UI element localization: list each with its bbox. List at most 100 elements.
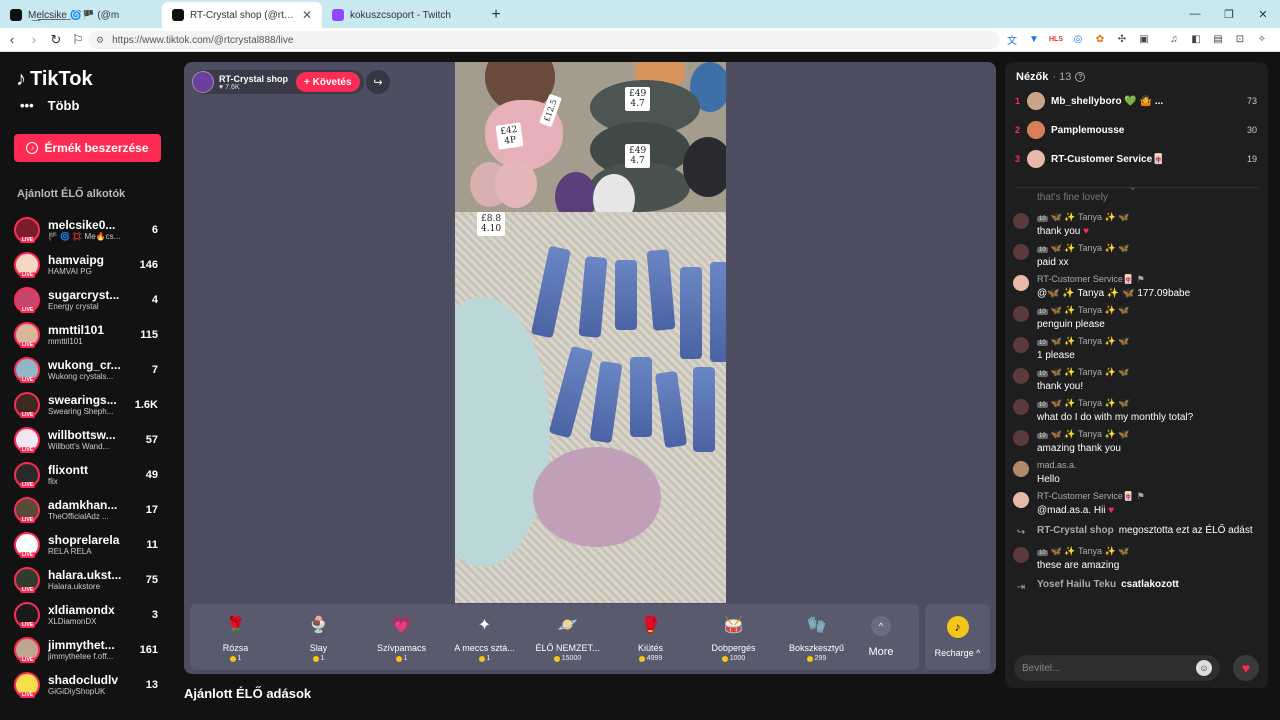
screenshot-icon[interactable]: ⊡: [1232, 31, 1248, 47]
message-user[interactable]: 10 🦋 ✨ Tanya ✨ 🦋: [1037, 429, 1129, 441]
top-viewer-row[interactable]: 2 Pamplemousse 30: [1015, 120, 1257, 140]
gift-item[interactable]: 💗 Szívpamacs 1: [360, 612, 443, 662]
gift-item[interactable]: 🍨 Slay 1: [277, 612, 360, 662]
creator-avatar[interactable]: LIVE: [14, 461, 40, 488]
message-user[interactable]: RT-Customer Service🀄 ⚑: [1037, 274, 1190, 286]
creator-avatar[interactable]: LIVE: [14, 286, 40, 313]
streamer-name[interactable]: RT-Crystal shop: [219, 74, 288, 84]
close-window-button[interactable]: ✕: [1246, 0, 1280, 28]
emoji-icon[interactable]: ☺: [1196, 660, 1212, 676]
gift-item[interactable]: 🧤 Bokszkesztyű 299: [775, 612, 858, 662]
bookmark-icon[interactable]: ⚐: [68, 30, 88, 50]
creator-item[interactable]: LIVE willbottsw... Willbott's Wand... 57: [14, 422, 164, 457]
creator-item[interactable]: LIVE shoprelarela RELA RELA 11: [14, 527, 164, 562]
gift-item[interactable]: 🥁 Dobpergés 1000: [692, 612, 775, 662]
creator-avatar[interactable]: LIVE: [14, 636, 40, 663]
creator-avatar[interactable]: LIVE: [14, 391, 40, 418]
get-coins-button[interactable]: ♪ Érmék beszerzése: [14, 134, 161, 162]
creator-item[interactable]: LIVE jimmythet... jimmythetee f.off... 161: [14, 632, 164, 667]
creator-item[interactable]: LIVE flixontt flix 49: [14, 457, 164, 492]
live-video[interactable]: £42 4P £49 4.7 £49 4.7 £12.5 £8.8 4.10: [455, 62, 726, 603]
creator-avatar[interactable]: LIVE: [14, 566, 40, 593]
streamer-avatar[interactable]: [192, 71, 214, 93]
creator-avatar[interactable]: LIVE: [14, 496, 40, 523]
maximize-button[interactable]: ❐: [1212, 0, 1246, 28]
gift-item[interactable]: 🥊 Kiütés 4999: [609, 612, 692, 662]
gift-item[interactable]: 🪐 ÉLŐ NEMZET... 15000: [526, 612, 609, 662]
message-user[interactable]: 10 🦋 ✨ Tanya ✨ 🦋: [1037, 367, 1129, 379]
creator-avatar[interactable]: LIVE: [14, 356, 40, 383]
creator-avatar[interactable]: LIVE: [14, 671, 40, 698]
message-user[interactable]: 10 🦋 ✨ Tanya ✨ 🦋: [1037, 212, 1129, 224]
creator-avatar[interactable]: LIVE: [14, 601, 40, 628]
minimize-button[interactable]: —: [1178, 0, 1212, 28]
follow-button[interactable]: + Követés: [296, 72, 360, 92]
more-menu-item[interactable]: ••• Több: [20, 98, 79, 113]
user-avatar[interactable]: [1013, 275, 1029, 291]
heart-icon[interactable]: ♥: [1233, 655, 1259, 681]
share-icon[interactable]: ↪: [366, 70, 390, 94]
user-avatar[interactable]: [1013, 461, 1029, 477]
user-avatar[interactable]: [1013, 492, 1029, 508]
user-avatar[interactable]: [1013, 399, 1029, 415]
site-settings-icon[interactable]: ⚙: [96, 35, 104, 46]
translate-icon[interactable]: 文: [1004, 31, 1020, 47]
tab-close-icon[interactable]: ✕: [302, 8, 312, 22]
message-user[interactable]: 10 🦋 ✨ Tanya ✨ 🦋: [1037, 398, 1193, 410]
creator-item[interactable]: LIVE xldiamondx XLDiamonDX 3: [14, 597, 164, 632]
chat-input[interactable]: [1022, 662, 1192, 674]
creator-avatar[interactable]: LIVE: [14, 531, 40, 558]
tiktok-logo[interactable]: ♪ TikTok: [16, 68, 93, 91]
forward-icon[interactable]: ›: [24, 30, 44, 50]
gift-item[interactable]: ✦ A meccs sztá... 1: [443, 612, 526, 662]
wallet-icon[interactable]: ▤: [1210, 31, 1226, 47]
extension-icon[interactable]: ✿: [1092, 31, 1108, 47]
user-avatar[interactable]: [1013, 368, 1029, 384]
reload-icon[interactable]: ↻: [46, 30, 66, 50]
extension-icon[interactable]: ▼: [1026, 31, 1042, 47]
music-icon[interactable]: ♫: [1166, 31, 1182, 47]
user-avatar[interactable]: [1013, 306, 1029, 322]
message-user[interactable]: 10 🦋 ✨ Tanya ✨ 🦋: [1037, 336, 1129, 348]
user-avatar[interactable]: [1013, 547, 1029, 563]
sidebar-icon[interactable]: ◧: [1188, 31, 1204, 47]
extension-icon[interactable]: ▣: [1136, 31, 1152, 47]
user-avatar[interactable]: [1013, 337, 1029, 353]
creator-avatar[interactable]: LIVE: [14, 426, 40, 453]
sparkle-icon[interactable]: ✧: [1254, 31, 1270, 47]
browser-tab-2[interactable]: RT-Crystal shop (@rtcrystal88 ✕: [162, 2, 322, 28]
creator-item[interactable]: LIVE shadocludlv GiGiDiyShopUK 13: [14, 667, 164, 702]
creator-avatar[interactable]: LIVE: [14, 216, 40, 243]
help-icon[interactable]: ?: [1075, 72, 1086, 82]
creator-item[interactable]: LIVE halara.ukst... Halara.ukstore 75: [14, 562, 164, 597]
event-user[interactable]: RT-Crystal shop: [1037, 525, 1114, 536]
recharge-button[interactable]: ♪ Recharge ^: [925, 604, 990, 670]
new-tab-button[interactable]: +: [482, 2, 510, 28]
top-viewer-row[interactable]: 3 RT-Customer Service🀄 19: [1015, 149, 1257, 169]
user-avatar[interactable]: [1013, 213, 1029, 229]
top-viewer-row[interactable]: 1 Mb_shellyboro 💚 🤷 ... 73: [1015, 91, 1257, 111]
viewer-avatar[interactable]: [1027, 150, 1045, 168]
back-icon[interactable]: ‹: [2, 30, 22, 50]
creator-item[interactable]: LIVE melcsike0... 🏴 🌀 💢 Me🔥cs... 6: [14, 212, 164, 247]
creator-item[interactable]: LIVE hamvaipg HAMVAI PG 146: [14, 247, 164, 282]
user-avatar[interactable]: [1013, 430, 1029, 446]
more-gifts-button[interactable]: ^ More: [858, 616, 904, 658]
creator-item[interactable]: LIVE swearings... Swearing Sheph... 1.6K: [14, 387, 164, 422]
message-user[interactable]: RT-Customer Service🀄 ⚑: [1037, 491, 1145, 503]
message-user[interactable]: 10 🦋 ✨ Tanya ✨ 🦋: [1037, 243, 1129, 255]
message-user[interactable]: 10 🦋 ✨ Tanya ✨ 🦋: [1037, 305, 1129, 317]
browser-tab-3[interactable]: kokuszcsoport - Twitch: [322, 2, 482, 28]
viewer-avatar[interactable]: [1027, 92, 1045, 110]
shield-icon[interactable]: ⛨: [1276, 31, 1280, 47]
extension-icon[interactable]: ◎: [1070, 31, 1086, 47]
event-user[interactable]: Yosef Hailu Teku: [1037, 579, 1116, 590]
creator-avatar[interactable]: LIVE: [14, 251, 40, 278]
streamer-card[interactable]: RT-Crystal shop ♥ 7.6K + Követés: [192, 70, 364, 94]
message-user[interactable]: 10 🦋 ✨ Tanya ✨ 🦋: [1037, 546, 1129, 558]
address-bar[interactable]: ⚙ https://www.tiktok.com/@rtcrystal888/l…: [88, 31, 1000, 49]
user-avatar[interactable]: [1013, 244, 1029, 260]
message-user[interactable]: mad.as.a.: [1037, 460, 1077, 472]
creator-item[interactable]: LIVE sugarcryst... Energy crystal 4: [14, 282, 164, 317]
browser-tab-1[interactable]: M͟e͟l͟c͟s͟i͟k͟e͟ 🌀🏴 (@m: [0, 2, 162, 28]
